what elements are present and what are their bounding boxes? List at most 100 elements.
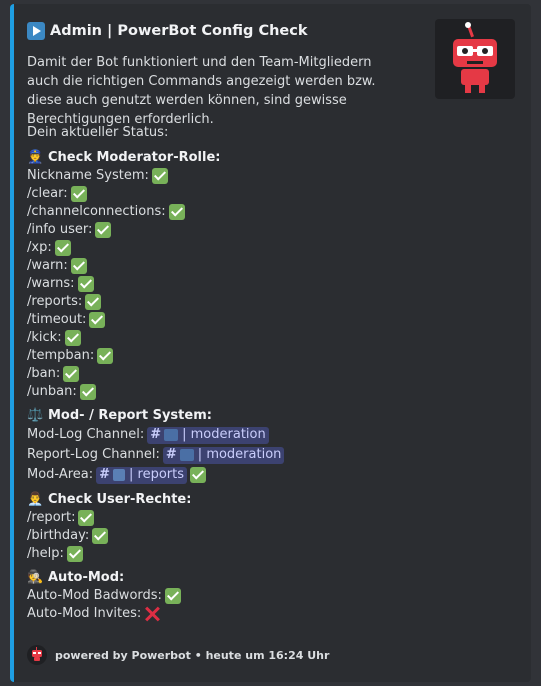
section-user-heading: 👨‍💼 Check User-Rechte: — [27, 491, 507, 509]
section-user-title: Check User-Rechte: — [48, 492, 192, 507]
item-label: /ban: — [27, 366, 61, 381]
list-item: /birthday: — [27, 527, 507, 545]
play-button-icon — [27, 22, 45, 40]
channel-name: moderation — [190, 427, 266, 442]
footer-text: powered by Powerbot • heute um 16:24 Uhr — [55, 648, 330, 662]
hash-icon: # — [150, 427, 162, 442]
list-item: Mod-Area: # | reports — [27, 465, 507, 485]
list-item: /warn: — [27, 257, 507, 275]
list-item: /clear: — [27, 185, 507, 203]
channel-mention-reportlog[interactable]: # | moderation — [162, 446, 285, 464]
check-mark-icon — [70, 186, 87, 202]
list-item: /kick: — [27, 329, 507, 347]
channel-mention-modlog[interactable]: # | moderation — [147, 426, 269, 444]
check-mark-icon — [151, 168, 168, 184]
section-automod-heading: 🕵️ Auto-Mod: — [27, 569, 507, 587]
check-mark-icon — [95, 222, 112, 238]
item-label: Auto-Mod Invites: — [27, 606, 142, 621]
list-item: /info user: — [27, 221, 507, 239]
channel-separator: | — [129, 467, 138, 482]
list-item: /xp: — [27, 239, 507, 257]
list-item: /warns: — [27, 275, 507, 293]
section-report-title: Mod- / Report System: — [48, 408, 212, 423]
list-item: /unban: — [27, 383, 507, 401]
item-label: Report-Log Channel: — [27, 447, 160, 462]
check-mark-icon — [64, 330, 81, 346]
section-report-heading: ⚖️ Mod- / Report System: — [27, 407, 507, 425]
police-officer-icon — [113, 469, 126, 481]
section-moderator-title: Check Moderator-Rolle: — [48, 150, 221, 165]
item-label: /clear: — [27, 186, 68, 201]
check-mark-icon — [79, 384, 96, 400]
check-mark-icon — [78, 510, 95, 526]
item-label: /info user: — [27, 222, 93, 237]
list-item: /timeout: — [27, 311, 507, 329]
check-mark-icon — [77, 276, 94, 292]
detective-icon: 🕵️ — [27, 570, 44, 585]
check-mark-icon — [54, 240, 71, 256]
item-label: /unban: — [27, 384, 77, 399]
item-label: Nickname System: — [27, 168, 149, 183]
item-label: /kick: — [27, 330, 62, 345]
embed-footer: powered by Powerbot • heute um 16:24 Uhr — [27, 645, 329, 665]
check-mark-icon — [97, 348, 114, 364]
section-automod-title: Auto-Mod: — [48, 570, 125, 585]
list-item: /channelconnections: — [27, 203, 507, 221]
footer-avatar — [27, 645, 47, 665]
item-label: /warn: — [27, 258, 68, 273]
list-item: /ban: — [27, 365, 507, 383]
item-label: /tempban: — [27, 348, 95, 363]
embed-fields: 👮 Check Moderator-Rolle: Nickname System… — [27, 149, 507, 623]
section-moderator-heading: 👮 Check Moderator-Rolle: — [27, 149, 507, 167]
embed-title: Admin | PowerBot Config Check — [27, 22, 308, 40]
list-item: Mod-Log Channel: # | moderation — [27, 425, 507, 445]
check-mark-icon — [89, 312, 106, 328]
channel-separator: | — [197, 447, 207, 462]
check-mark-icon — [190, 467, 207, 483]
item-label: Mod-Log Channel: — [27, 427, 145, 442]
list-item: Auto-Mod Invites: — [27, 605, 507, 623]
check-mark-icon — [92, 528, 109, 544]
item-label: Mod-Area: — [27, 467, 94, 482]
police-officer-icon: 👮 — [27, 150, 44, 165]
scales-icon: ⚖️ — [27, 408, 44, 423]
item-label: /xp: — [27, 240, 52, 255]
hash-icon: # — [165, 447, 177, 462]
item-label: /reports: — [27, 294, 83, 309]
list-item: Report-Log Channel: # | moderation — [27, 445, 507, 465]
cross-mark-icon — [144, 606, 160, 622]
embed-title-text: Admin | PowerBot Config Check — [50, 23, 308, 39]
status-label: Dein aktueller Status: — [27, 125, 169, 140]
check-mark-icon — [85, 294, 102, 310]
list-item: /tempban: — [27, 347, 507, 365]
check-mark-icon — [70, 258, 87, 274]
item-label: /report: — [27, 510, 76, 525]
channel-name: reports — [137, 467, 185, 482]
list-item: Auto-Mod Badwords: — [27, 587, 507, 605]
channel-name: moderation — [206, 447, 282, 462]
robot-logo-icon — [32, 647, 42, 661]
thumbnail[interactable] — [435, 19, 515, 99]
check-mark-icon — [66, 546, 83, 562]
police-car-icon — [179, 449, 194, 461]
config-check-embed: Admin | PowerBot Config Check Damit der … — [10, 4, 531, 682]
item-label: Auto-Mod Badwords: — [27, 588, 162, 603]
embed-description: Damit der Bot funktioniert und den Team-… — [27, 55, 376, 127]
item-label: /help: — [27, 546, 64, 561]
police-car-icon — [164, 429, 179, 441]
check-mark-icon — [63, 366, 80, 382]
check-mark-icon — [168, 204, 185, 220]
channel-separator: | — [182, 427, 191, 442]
item-label: /birthday: — [27, 528, 90, 543]
item-label: /warns: — [27, 276, 75, 291]
office-worker-icon: 👨‍💼 — [27, 492, 44, 507]
list-item: Nickname System: — [27, 167, 507, 185]
item-label: /timeout: — [27, 312, 87, 327]
check-mark-icon — [164, 588, 181, 604]
channel-mention-modarea[interactable]: # | reports — [96, 466, 188, 484]
item-label: /channelconnections: — [27, 204, 166, 219]
robot-logo-icon — [453, 22, 497, 93]
hash-icon: # — [99, 467, 111, 482]
list-item: /reports: — [27, 293, 507, 311]
list-item: /report: — [27, 509, 507, 527]
